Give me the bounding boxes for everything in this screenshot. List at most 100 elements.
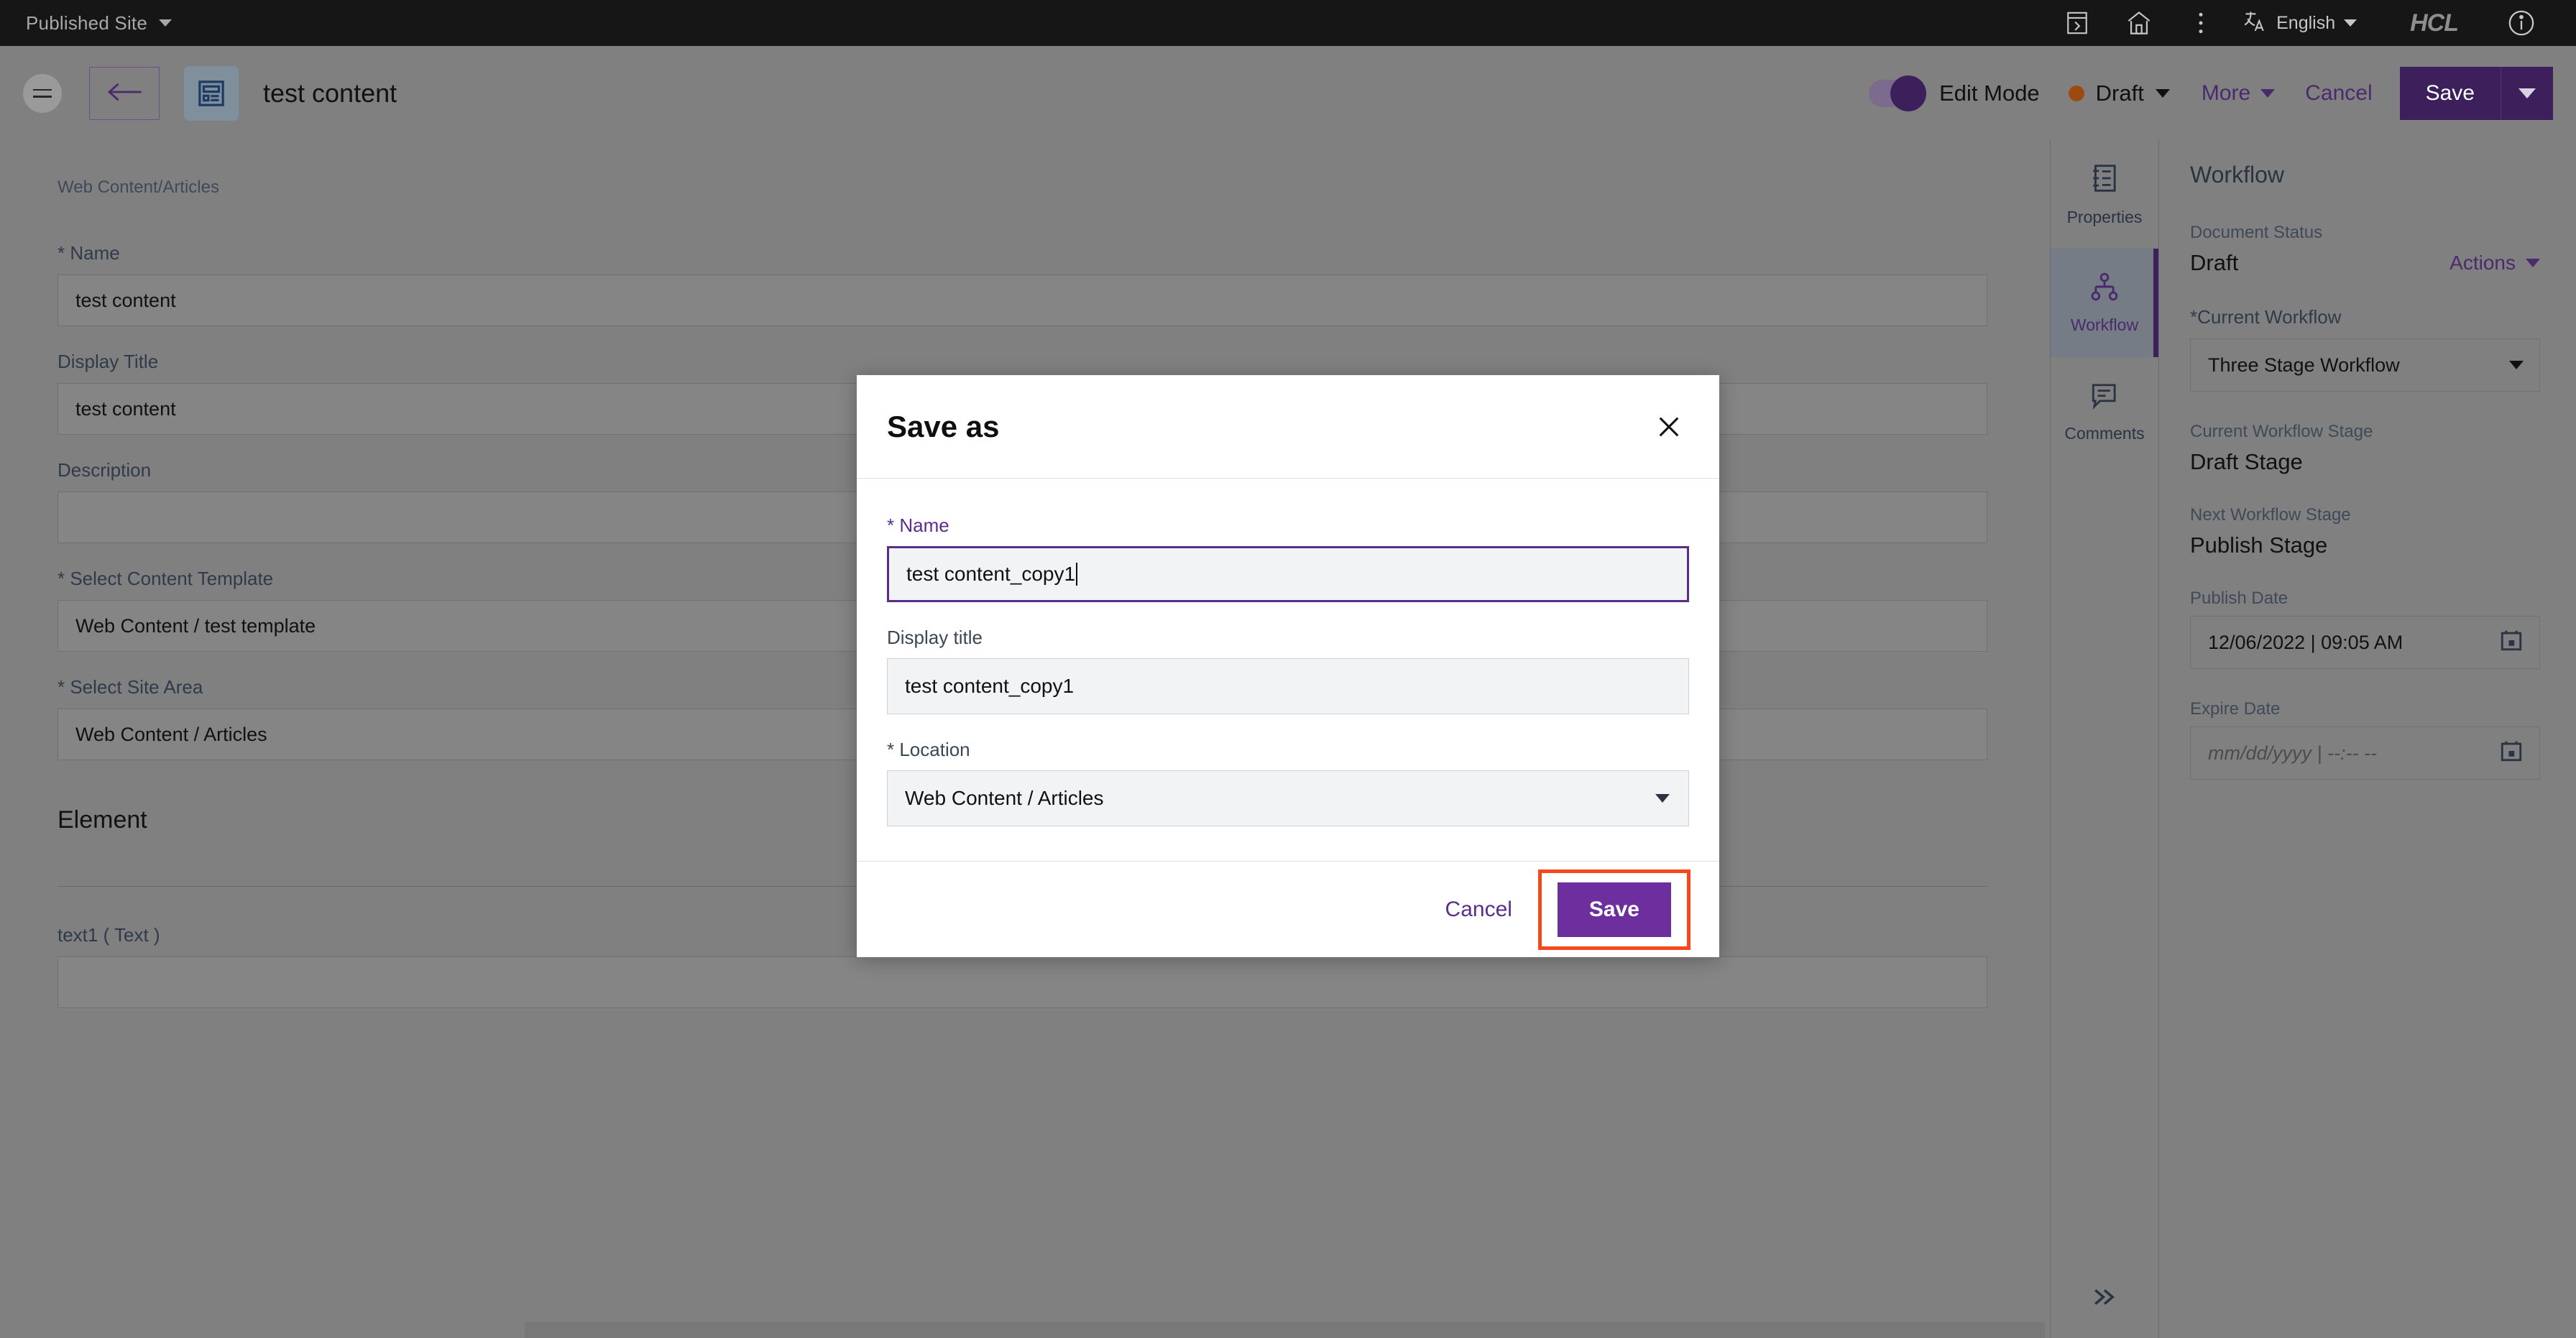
calendar-icon[interactable] [2499,628,2524,658]
field-label: Display Title [58,351,159,372]
name-input[interactable]: test content [58,274,1987,326]
current-stage-value: Draft Stage [2190,449,2303,474]
dialog-header: Save as [857,375,1719,479]
dialog-title: Save as [887,409,1000,443]
info-icon[interactable] [2493,0,2554,46]
dialog-location-select[interactable]: Web Content / Articles [887,770,1689,826]
sidebar-item-label: Properties [2066,207,2143,226]
publish-date-input[interactable]: 12/06/2022 | 09:05 AM [2190,616,2540,669]
back-button[interactable] [89,66,160,120]
chevron-down-icon [2526,259,2540,267]
dialog-field-display-title: Display title test content_copy1 [887,627,1689,714]
menu-hamburger-button[interactable] [23,73,62,113]
hamburger-line [33,88,52,91]
cancel-button[interactable]: Cancel [2305,81,2372,106]
edit-mode-toggle[interactable] [1869,75,1927,111]
current-workflow-label: *Current Workflow [2190,306,2342,328]
dialog-save-button[interactable]: Save [1557,882,1671,937]
sidebar-item-comments[interactable]: Comments [2051,357,2158,466]
more-label: More [2201,80,2251,105]
save-as-dialog: Save as * Name test content_copy1 Displa… [857,375,1719,957]
dialog-location-label: * Location [887,739,970,760]
comments-icon [2089,380,2120,414]
chevron-down-icon [2260,88,2276,98]
dialog-body: * Name test content_copy1 Display title … [857,479,1719,861]
chevron-down-icon [2518,88,2536,98]
dialog-footer: Cancel Save [857,861,1719,957]
current-stage-label: Current Workflow Stage [2190,422,2373,441]
status-dot-icon [2068,85,2084,101]
global-header: Published Site English HCL [0,0,2576,46]
save-split-button: Save [2399,66,2553,120]
actions-label: Actions [2450,252,2516,274]
edit-mode-label: Edit Mode [1939,80,2040,106]
overflow-menu-icon[interactable] [2170,0,2232,46]
document-status-row: Draft Actions [2190,250,2540,276]
site-selector[interactable]: Published Site [26,12,172,34]
page-title: test content [263,78,397,108]
document-toolbar: test content Edit Mode Draft More Cancel [0,46,2576,140]
current-stage-group: Current Workflow Stage Draft Stage [2190,422,2540,475]
field-name: * Name test content [58,242,1987,326]
chevron-down-icon [2155,88,2170,98]
current-workflow-group: *Current Workflow Three Stage Workflow [2190,306,2540,392]
properties-icon [2089,162,2120,198]
save-dropdown-button[interactable] [2501,66,2553,120]
more-menu-button[interactable]: More [2201,80,2276,106]
hcl-logo: HCL [2410,9,2459,37]
text-cursor [1076,563,1078,586]
chevron-down-icon [159,19,172,27]
publish-date-group: Publish Date 12/06/2022 | 09:05 AM [2190,589,2540,669]
publish-date-value: 12/06/2022 | 09:05 AM [2208,631,2404,653]
text1-input[interactable] [58,956,1987,1008]
language-label: English [2276,12,2336,33]
toolbar-actions: Edit Mode Draft More Cancel Save [1869,66,2576,120]
chevron-down-icon [1655,794,1670,803]
field-label: * Name [58,242,120,264]
arrow-left-icon [104,80,144,106]
expire-date-label: Expire Date [2190,699,2281,719]
workflow-panel: Workflow Document Status Draft Actions *… [2160,140,2576,1338]
site-selector-label: Published Site [26,11,148,34]
dialog-cancel-button[interactable]: Cancel [1427,898,1531,922]
chevron-down-icon [2344,19,2358,27]
content-type-icon [184,65,239,121]
side-panel-icon[interactable] [2046,0,2108,46]
workflow-actions-button[interactable]: Actions [2450,252,2540,274]
breadcrumb: Web Content/Articles [58,177,219,197]
translate-icon [2242,8,2268,39]
chevron-down-icon [2509,361,2524,369]
save-button[interactable]: Save [2399,66,2501,120]
sidebar-item-properties[interactable]: Properties [2051,140,2158,249]
next-stage-value: Publish Stage [2190,532,2328,558]
dialog-field-location: * Location Web Content / Articles [887,739,1689,826]
dialog-display-title-label: Display title [887,627,983,648]
dialog-name-input[interactable]: test content_copy1 [887,546,1689,602]
expire-date-group: Expire Date mm/dd/yyyy | --:-- -- [2190,699,2540,780]
current-workflow-select[interactable]: Three Stage Workflow [2190,338,2540,392]
collapse-panel-button[interactable] [2051,1286,2158,1312]
dialog-save-highlight: Save [1537,869,1690,950]
sidebar-item-label: Comments [2064,423,2145,443]
dialog-name-label: * Name [887,515,949,536]
sidebar-item-workflow[interactable]: Workflow [2051,249,2158,357]
document-status-group: Document Status Draft Actions [2190,223,2540,276]
workflow-panel-title: Workflow [2190,162,2284,188]
current-workflow-value: Three Stage Workflow [2208,354,2400,376]
close-icon[interactable] [1649,407,1689,447]
cancel-label: Cancel [2305,80,2373,105]
chevron-double-right-icon [2089,1286,2120,1312]
horizontal-scrollbar[interactable] [525,1322,2045,1338]
calendar-icon[interactable] [2499,739,2524,768]
status-badge[interactable]: Draft [2068,80,2170,106]
expire-date-input[interactable]: mm/dd/yyyy | --:-- -- [2190,726,2540,780]
language-selector[interactable]: English [2232,0,2370,46]
dialog-location-value: Web Content / Articles [905,787,1104,809]
dialog-field-name: * Name test content_copy1 [887,515,1689,602]
application-window: Published Site English HCL test content … [0,0,2576,1338]
expire-date-placeholder: mm/dd/yyyy | --:-- -- [2208,742,2377,764]
document-status-label: Document Status [2190,223,2323,242]
hamburger-line [33,96,52,98]
dialog-display-title-input[interactable]: test content_copy1 [887,658,1689,714]
home-icon[interactable] [2108,0,2170,46]
